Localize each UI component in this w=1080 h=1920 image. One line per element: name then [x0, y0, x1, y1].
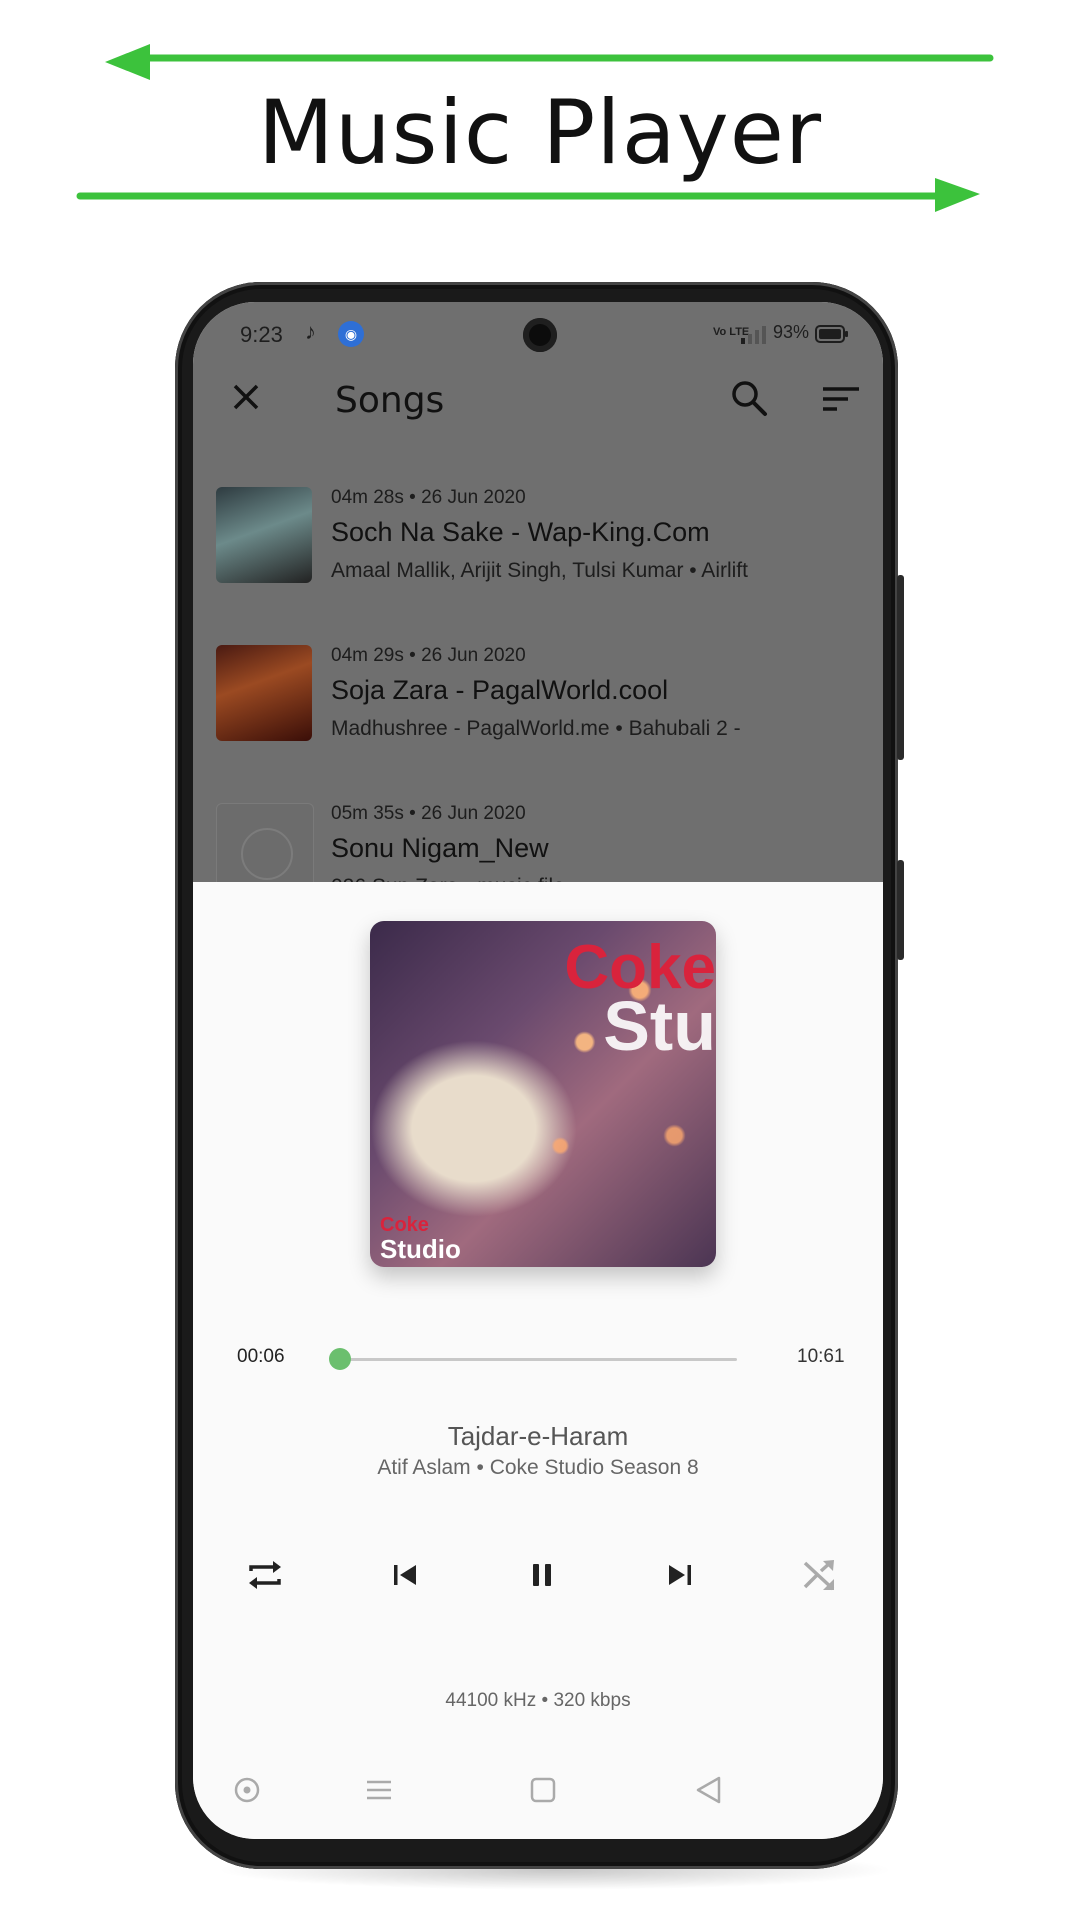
song-list-area: 9:23 ♪ ◉ Vo LTE 93% Songs 04m 28s • 26 J… — [193, 302, 883, 901]
pause-icon[interactable] — [520, 1553, 564, 1597]
seek-bar[interactable] — [340, 1358, 737, 1361]
front-camera — [523, 318, 557, 352]
left-arrow-icon — [105, 44, 994, 80]
music-note-icon: ♪ — [305, 319, 316, 344]
android-app-icon: ◉ — [338, 321, 364, 347]
list-item[interactable]: 04m 28s • 26 Jun 2020 Soch Na Sake - Wap… — [193, 487, 883, 607]
status-time: 9:23 — [240, 322, 283, 347]
promo-title: Music Player — [257, 81, 823, 184]
phone-screen: 9:23 ♪ ◉ Vo LTE 93% Songs 04m 28s • 26 J… — [193, 302, 883, 1839]
navigation-bar — [193, 1762, 883, 1822]
right-arrow-icon — [76, 178, 980, 212]
circle-dot-icon[interactable] — [231, 1774, 263, 1806]
audio-info: 44100 kHz • 320 kbps — [445, 1690, 631, 1711]
song-meta: 04m 28s • 26 Jun 2020 — [331, 487, 526, 508]
skip-previous-icon[interactable] — [383, 1553, 427, 1597]
album-logo-line2: Studio — [380, 1234, 461, 1264]
seek-thumb[interactable] — [329, 1348, 351, 1370]
list-item[interactable]: 04m 29s • 26 Jun 2020 Soja Zara - PagalW… — [193, 645, 883, 765]
toolbar: Songs — [193, 362, 883, 434]
now-playing-subtitle: Atif Aslam • Coke Studio Season 8 — [377, 1456, 699, 1479]
song-title: Soch Na Sake - Wap-King.Com — [331, 517, 710, 547]
repeat-icon[interactable] — [243, 1553, 287, 1597]
power-button — [897, 860, 904, 960]
album-art: Coke Stu Coke Studio — [370, 921, 716, 1267]
disc-icon — [241, 828, 293, 880]
album-brand: Coke Stu — [564, 937, 716, 1065]
song-meta: 04m 29s • 26 Jun 2020 — [331, 645, 526, 666]
battery-icon — [815, 325, 848, 343]
song-subtitle: Madhushree - PagalWorld.me • Bahubali 2 … — [331, 717, 741, 740]
shuffle-icon[interactable] — [797, 1553, 841, 1597]
song-subtitle: Amaal Mallik, Arijit Singh, Tulsi Kumar … — [331, 559, 748, 582]
close-icon[interactable] — [231, 382, 261, 412]
song-meta: 05m 35s • 26 Jun 2020 — [331, 803, 526, 824]
album-brand-line2: Stu — [603, 987, 716, 1065]
album-thumbnail — [216, 645, 312, 741]
search-icon[interactable] — [729, 378, 769, 418]
battery-percent: 93% — [773, 322, 810, 342]
now-playing-title: Tajdar-e-Haram — [447, 1421, 629, 1451]
back-triangle-icon[interactable] — [693, 1774, 725, 1806]
home-square-icon[interactable] — [527, 1774, 559, 1806]
signal-icon — [741, 326, 766, 344]
total-time: 10:61 — [797, 1346, 845, 1367]
sort-icon[interactable] — [823, 386, 859, 412]
skip-next-icon[interactable] — [658, 1553, 702, 1597]
page-title: Songs — [335, 380, 445, 421]
song-title: Soja Zara - PagalWorld.cool — [331, 675, 669, 705]
album-logo: Coke Studio — [380, 1213, 461, 1264]
now-playing-sheet: Coke Stu Coke Studio 00:06 10:61 Tajdar-… — [193, 882, 883, 1839]
song-title: Sonu Nigam_New — [331, 833, 549, 863]
volume-button — [897, 575, 904, 760]
album-thumbnail — [216, 487, 312, 583]
status-bar: 9:23 ♪ ◉ Vo LTE 93% — [193, 302, 883, 362]
elapsed-time: 00:06 — [237, 1346, 285, 1367]
menu-icon[interactable] — [363, 1774, 395, 1806]
